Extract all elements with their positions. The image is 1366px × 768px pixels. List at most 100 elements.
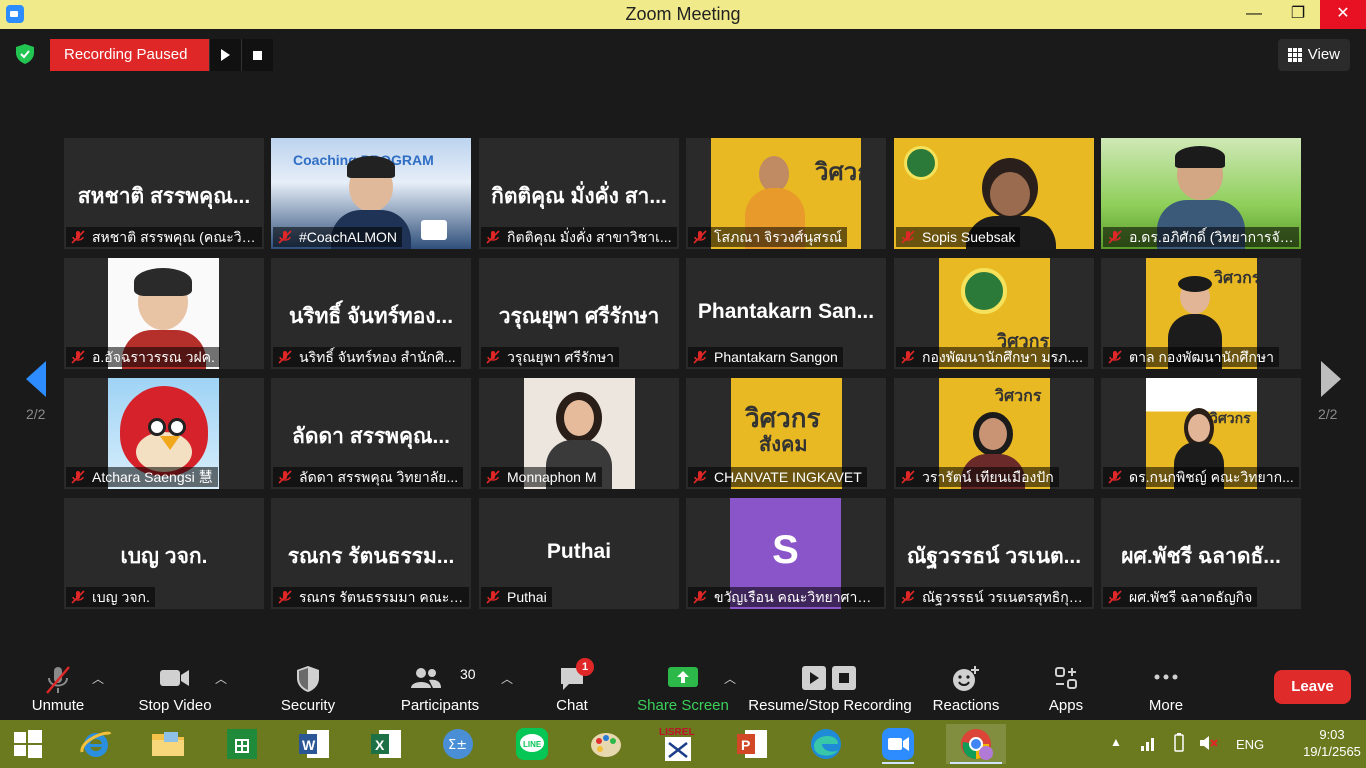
lisrel-icon[interactable]: LISREL [658, 724, 698, 764]
audio-options-caret-icon[interactable]: ︿ [92, 670, 104, 687]
zoom-app-icon[interactable] [878, 724, 918, 764]
university-seal-icon [904, 146, 938, 180]
participant-tile[interactable]: วิศวกร ดร.กนกพิชญ์ คณะวิทยาก... [1101, 378, 1301, 489]
taskbar-clock[interactable]: 9:03 19/1/2565 [1300, 726, 1364, 760]
resume-stop-recording-label: Resume/Stop Recording [748, 697, 912, 714]
file-explorer-icon[interactable] [148, 724, 188, 764]
participant-tile[interactable]: วิศวกร วรารัตน์ เทียนเมืองปัก [894, 378, 1094, 489]
participants-button[interactable]: 30 Participants [396, 660, 484, 720]
more-button[interactable]: More [1138, 660, 1194, 720]
microsoft-word-icon[interactable]: W [294, 724, 334, 764]
meeting-area: Recording Paused View 2/2 2/2 สหชาติ สรร… [0, 29, 1366, 660]
reactions-button[interactable]: Reactions [930, 660, 1002, 720]
previous-page-arrow-icon[interactable] [24, 359, 48, 399]
participant-tile[interactable]: วิศวกร โสภณา จิรวงศ์นุสรณ์ [686, 138, 886, 249]
avatar-beak [160, 436, 180, 450]
participant-tile[interactable]: Sopis Suebsak [894, 138, 1094, 249]
participant-tile[interactable]: อ.อัจฉราวรรณ วฝค. [64, 258, 264, 369]
unmute-button[interactable]: Unmute [22, 660, 94, 720]
participant-tile[interactable]: วิศวกร สังคม CHANVATE INGKAVET [686, 378, 886, 489]
muted-mic-icon [71, 350, 85, 364]
show-hidden-icons-caret-icon[interactable]: ▲ [1110, 735, 1122, 749]
participant-tile[interactable]: S ขวัญเรือน คณะวิทยาศาสต... [686, 498, 886, 609]
participant-tile[interactable]: Monnaphon M [479, 378, 679, 489]
microsoft-excel-icon[interactable]: X [366, 724, 406, 764]
participant-hair [1178, 276, 1212, 292]
participant-label: อ.อัจฉราวรรณ วฝค. [66, 347, 220, 367]
zoom-active-indicator [882, 762, 914, 764]
resume-recording-button[interactable] [209, 39, 242, 71]
resume-stop-recording-button[interactable]: Resume/Stop Recording [748, 660, 912, 720]
microsoft-store-icon[interactable] [222, 724, 262, 764]
participant-tile[interactable]: วิศวกร ตาล กองพัฒนานักศึกษา [1101, 258, 1301, 369]
participants-label: Participants [400, 697, 480, 714]
internet-explorer-icon[interactable] [76, 724, 116, 764]
view-button[interactable]: View [1277, 39, 1350, 71]
participant-tile[interactable]: ณัฐวรรธน์ วรเนต... ณัฐวรรธน์ วรเนตรสุทธิ… [894, 498, 1094, 609]
participant-label: รณกร รัตนธรรมมา คณะวิ... [273, 587, 469, 607]
reactions-smiley-icon [953, 666, 979, 691]
stop-video-label: Stop Video [138, 697, 212, 714]
input-language-indicator[interactable]: ENG [1236, 737, 1264, 752]
paint-palette-icon[interactable] [586, 724, 626, 764]
minimize-button[interactable]: — [1232, 0, 1276, 29]
maximize-button[interactable]: ❐ [1276, 0, 1320, 29]
muted-mic-icon [71, 230, 85, 244]
microsoft-powerpoint-icon[interactable]: P [732, 724, 772, 764]
participant-big-name: วรุณยุพา ศรีรักษา [498, 305, 660, 328]
video-options-caret-icon[interactable]: ︿ [215, 670, 227, 687]
network-signal-icon[interactable] [1140, 734, 1158, 752]
svg-text:X: X [375, 737, 385, 753]
participant-tile[interactable]: วิศวกร กองพัฒนานักศึกษา มรภ.... [894, 258, 1094, 369]
participant-tile[interactable]: นริทธิ์ จันทร์ทอง... นริทธิ์ จันทร์ทอง ส… [271, 258, 471, 369]
participant-tile[interactable]: Puthai Puthai [479, 498, 679, 609]
battery-icon[interactable] [1170, 733, 1188, 753]
close-button[interactable]: ✕ [1320, 0, 1366, 29]
muted-mic-icon [1108, 590, 1122, 604]
math-input-panel-icon[interactable]: Σ± [438, 724, 478, 764]
chrome-browser-icon[interactable] [946, 724, 1006, 764]
muted-mic-icon [486, 470, 500, 484]
participant-tile[interactable]: ลัดดา สรรพคุณ... ลัดดา สรรพคุณ วิทยาลัย.… [271, 378, 471, 489]
participant-tile[interactable]: กิตติคุณ มั่งคั่ง สา... กิตติคุณ มั่งคั่… [479, 138, 679, 249]
participant-tile[interactable]: วรุณยุพา ศรีรักษา วรุณยุพา ศรีรักษา [479, 258, 679, 369]
security-button[interactable]: Security [270, 660, 346, 720]
stop-video-button[interactable]: Stop Video [130, 660, 220, 720]
apps-button[interactable]: Apps [1040, 660, 1092, 720]
participant-big-name: ณัฐวรรธน์ วรเนต... [906, 545, 1082, 568]
participant-face [564, 400, 594, 436]
windows-start-icon[interactable] [8, 724, 48, 764]
muted-mic-icon [71, 590, 85, 604]
stop-recording-button[interactable] [241, 39, 274, 71]
share-screen-button[interactable]: Share Screen [636, 660, 730, 720]
participant-tile[interactable]: อ.ดร.อภิศักดิ์ (วิทยาการจัด... [1101, 138, 1301, 249]
encryption-shield-icon[interactable] [14, 43, 36, 65]
volume-muted-icon[interactable] [1198, 734, 1218, 752]
participant-tile[interactable]: ผศ.พัชรี ฉลาดธั... ผศ.พัชรี ฉลาดธัญกิจ [1101, 498, 1301, 609]
muted-mic-icon [693, 230, 707, 244]
participant-tile[interactable]: สหชาติ สรรพคุณ... สหชาติ สรรพคุณ (คณะวิท… [64, 138, 264, 249]
muted-mic-icon [1108, 350, 1122, 364]
leave-button[interactable]: Leave [1274, 670, 1351, 704]
participant-big-name: รณกร รัตนธรรม... [287, 545, 455, 568]
participant-tile[interactable]: Coaching PROGRAM #CoachALMON [271, 138, 471, 249]
participant-big-name: ลัดดา สรรพคุณ... [291, 425, 451, 448]
security-label: Security [280, 697, 336, 714]
participant-tile[interactable]: เบญ วจก. เบญ วจก. [64, 498, 264, 609]
participant-tile[interactable]: Atchara Saengsi 慧 [64, 378, 264, 489]
svg-text:W: W [302, 737, 316, 753]
stop-icon [253, 50, 263, 60]
participant-label: ดร.กนกพิชญ์ คณะวิทยาก... [1103, 467, 1299, 487]
more-label: More [1148, 697, 1184, 714]
participant-tile[interactable]: รณกร รัตนธรรม... รณกร รัตนธรรมมา คณะวิ..… [271, 498, 471, 609]
chat-button[interactable]: 1 Chat [546, 658, 598, 720]
participant-tile[interactable]: Phantakarn San... Phantakarn Sangon [686, 258, 886, 369]
svg-text:P: P [741, 737, 750, 753]
participants-options-caret-icon[interactable]: ︿ [501, 670, 513, 687]
muted-mic-icon [1108, 470, 1122, 484]
share-options-caret-icon[interactable]: ︿ [724, 670, 736, 687]
participant-big-name: เบญ วจก. [120, 545, 208, 568]
microsoft-edge-icon[interactable] [806, 724, 846, 764]
next-page-arrow-icon[interactable] [1319, 359, 1343, 399]
line-messenger-icon[interactable]: LINE [512, 724, 552, 764]
